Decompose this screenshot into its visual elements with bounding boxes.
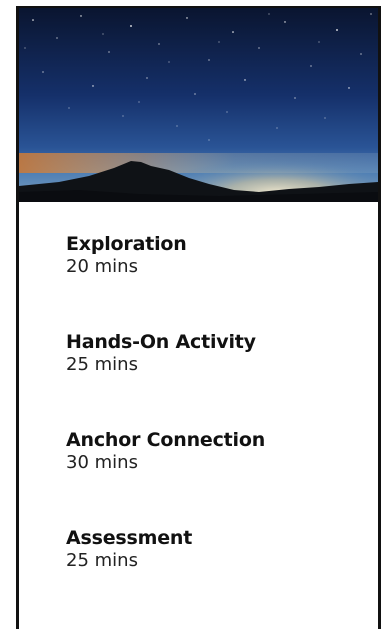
activity-duration: 30 mins (66, 452, 138, 473)
activity-item: Exploration 20 mins (66, 232, 366, 330)
activity-title: Assessment (66, 527, 193, 549)
activity-title: Exploration (66, 233, 187, 255)
activity-title: Anchor Connection (66, 429, 266, 451)
activity-item: Hands-On Activity 25 mins (66, 330, 366, 428)
activity-duration: 25 mins (66, 354, 138, 375)
activity-list: Exploration 20 mins Hands-On Activity 25… (66, 232, 366, 624)
night-sky-image (19, 8, 378, 202)
activity-duration: 20 mins (66, 256, 138, 277)
activity-title: Hands-On Activity (66, 331, 256, 353)
activity-duration: 25 mins (66, 550, 138, 571)
hero-image (19, 8, 378, 202)
activity-item: Assessment 25 mins (66, 526, 366, 624)
activity-item: Anchor Connection 30 mins (66, 428, 366, 526)
lesson-card: Exploration 20 mins Hands-On Activity 25… (16, 6, 381, 629)
